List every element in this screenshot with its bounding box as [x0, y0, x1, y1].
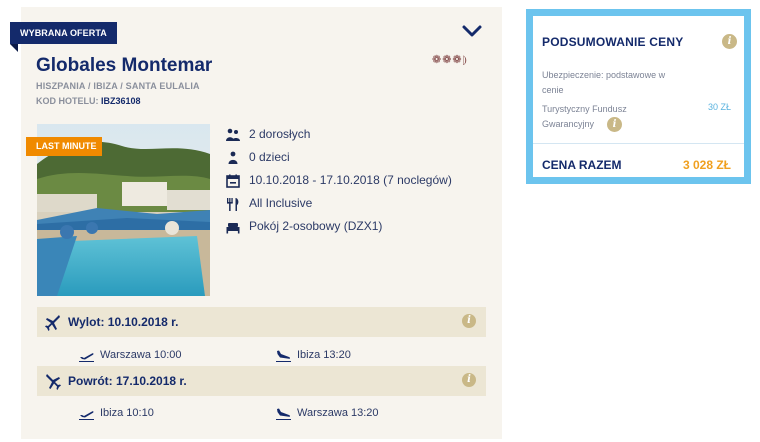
- summary-divider: [533, 143, 744, 144]
- insurance-note: Ubezpieczenie: podstawowe w cenie: [542, 70, 666, 95]
- hotel-code-value: IBZ36108: [101, 96, 141, 106]
- detail-text: 0 dzieci: [249, 150, 290, 164]
- last-minute-badge: LAST MINUTE: [26, 137, 102, 156]
- takeoff-icon: [79, 353, 94, 362]
- departure-text: Warszawa 10:00: [100, 349, 182, 361]
- child-icon: [228, 151, 238, 164]
- total-price-value: 3 028 ZŁ: [682, 158, 731, 172]
- departure-text: Ibiza 10:10: [100, 407, 154, 419]
- detail-text: 2 dorosłych: [249, 127, 311, 141]
- detail-text: Pokój 2-osobowy (DZX1): [249, 219, 383, 233]
- landing-icon: [276, 350, 291, 362]
- selected-offer-ribbon: WYBRANA OFERTA: [10, 22, 117, 44]
- detail-text: All Inclusive: [249, 196, 313, 210]
- hotel-name: Globales Montemar: [36, 55, 213, 76]
- bed-icon: [226, 223, 240, 234]
- takeoff-icon: [79, 411, 94, 420]
- adults-icon: [226, 128, 240, 141]
- calendar-icon: [226, 174, 240, 188]
- plane-icon: [45, 315, 60, 331]
- landing-icon: [276, 408, 291, 420]
- price-summary-title: PODSUMOWANIE CENY: [542, 35, 684, 49]
- rating-stars-full: ❁❁❁: [432, 54, 463, 66]
- hotel-code: KOD HOTELU: IBZ36108: [36, 96, 141, 106]
- info-icon[interactable]: i: [607, 117, 622, 132]
- arrival-text: Ibiza 13:20: [297, 349, 351, 361]
- guarantee-fund-value: 30 ZŁ: [707, 102, 731, 112]
- outbound-flight-bar: Wylot: 10.10.2018 r. i: [37, 307, 486, 337]
- outbound-flight-title: Wylot: 10.10.2018 r.: [68, 315, 179, 329]
- detail-text: 10.10.2018 - 17.10.2018 (7 noclegów): [249, 173, 452, 187]
- price-summary-panel: PODSUMOWANIE CENY i Ubezpieczenie: podst…: [526, 9, 751, 184]
- info-icon[interactable]: i: [722, 34, 737, 49]
- plane-icon: [46, 374, 61, 390]
- total-price-label: CENA RAZEM: [542, 158, 622, 172]
- price-summary-body: PODSUMOWANIE CENY i Ubezpieczenie: podst…: [533, 16, 744, 177]
- return-flight-bar: Powrót: 17.10.2018 r. i: [37, 366, 486, 396]
- info-icon[interactable]: i: [462, 373, 476, 387]
- guarantee-fund-label: Turystyczny Fundusz Gwarancyjny: [542, 104, 627, 129]
- hotel-code-label: KOD HOTELU:: [36, 96, 99, 106]
- ribbon-fold: [10, 44, 18, 52]
- chevron-down-icon[interactable]: [461, 22, 483, 40]
- hotel-rating-stars: ❁❁❁⦈: [432, 53, 468, 67]
- meal-icon: [227, 198, 239, 211]
- rating-star-half: ⦈: [462, 54, 468, 66]
- hotel-region: HISZPANIA / IBIZA / SANTA EULALIA: [36, 81, 200, 91]
- return-flight-title: Powrót: 17.10.2018 r.: [68, 374, 187, 388]
- info-icon[interactable]: i: [462, 314, 476, 328]
- arrival-text: Warszawa 13:20: [297, 407, 379, 419]
